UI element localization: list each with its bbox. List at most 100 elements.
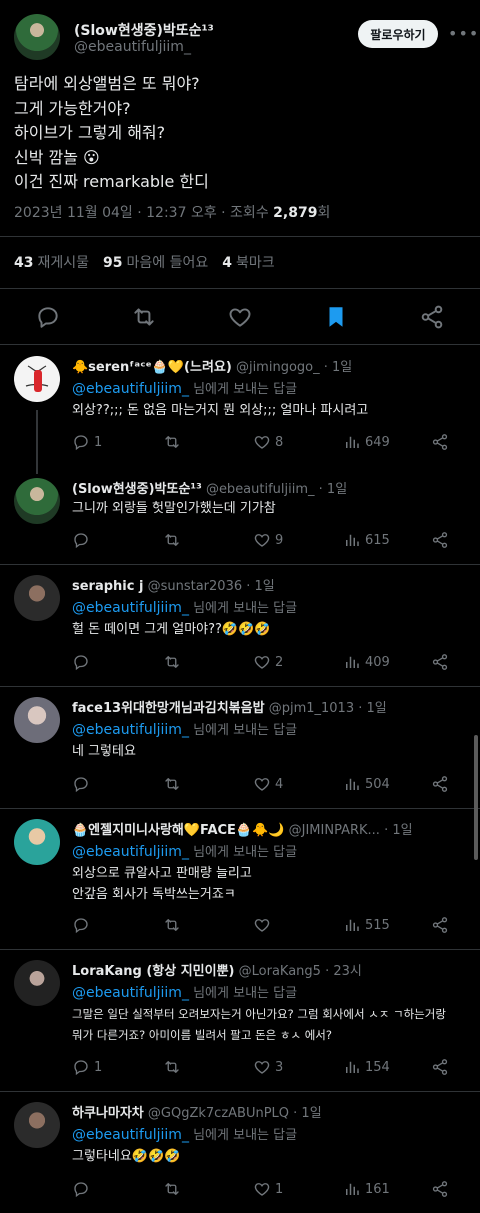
avatar[interactable] — [14, 478, 60, 524]
more-options-icon[interactable]: ••• — [448, 24, 479, 43]
avatar[interactable] — [14, 819, 60, 865]
mention-link[interactable]: @ebeautifuljiim_ — [72, 985, 189, 1001]
retweet-icon — [165, 534, 179, 546]
views-action[interactable]: 161 — [343, 1180, 390, 1198]
retweets-stat[interactable]: 43 재게시물 — [14, 252, 89, 272]
reply-author-name[interactable]: face13위대한망개님과김치볶음밥 — [72, 701, 265, 716]
retweet-action[interactable] — [163, 775, 185, 793]
reply-time[interactable]: · 1일 — [319, 482, 348, 497]
mention-link[interactable]: @ebeautifuljiim_ — [72, 844, 189, 860]
reply-time[interactable]: · 1일 — [293, 1106, 322, 1121]
reply-action[interactable] — [72, 1180, 94, 1198]
views-action[interactable]: 504 — [343, 775, 390, 793]
share-action[interactable] — [431, 1180, 449, 1198]
share-icon[interactable] — [419, 304, 445, 330]
author-handle[interactable]: @ebeautifuljiim_ — [74, 39, 191, 55]
reply-author-name[interactable]: 🧁엔젤지미니사랑해💛FACE🧁🐥🌙 — [72, 823, 284, 838]
reply-time[interactable]: · 1일 — [324, 360, 353, 375]
reply-author-name[interactable]: LoraKang (항상 지민이뿐) — [72, 964, 235, 979]
like-action[interactable]: 9 — [253, 531, 283, 549]
reply-time[interactable]: · 1일 — [384, 823, 413, 838]
reply-author-handle[interactable]: @GQgZk7czABUnPLQ — [148, 1106, 289, 1121]
like-action[interactable]: 4 — [253, 775, 283, 793]
reply-action[interactable]: 1 — [72, 433, 102, 451]
retweet-action[interactable] — [163, 433, 185, 451]
reply-action[interactable] — [72, 531, 94, 549]
retweet-icon[interactable] — [131, 304, 157, 330]
reply-author-name[interactable]: (Slow현생중)박또순¹³ — [72, 482, 202, 497]
reply-time[interactable]: · 1일 — [246, 579, 275, 594]
retweet-action[interactable] — [163, 1180, 185, 1198]
bookmarks-stat[interactable]: 4 북마크 — [222, 252, 274, 272]
views-action[interactable]: 615 — [343, 531, 390, 549]
mention-link[interactable]: @ebeautifuljiim_ — [72, 722, 189, 738]
reply-action[interactable] — [72, 653, 94, 671]
reply-author-name[interactable]: 하쿠나마자차 — [72, 1106, 144, 1121]
share-action[interactable] — [431, 1058, 449, 1076]
avatar[interactable] — [14, 960, 60, 1006]
replying-suffix: 님에게 보내는 답글 — [193, 723, 298, 738]
reply-author-handle[interactable]: @LoraKang5 — [239, 964, 321, 979]
share-action[interactable] — [431, 775, 449, 793]
views-icon — [346, 919, 359, 931]
views-action[interactable]: 649 — [343, 433, 390, 451]
views-action[interactable]: 154 — [343, 1058, 390, 1076]
retweet-action[interactable] — [163, 916, 185, 934]
reply-text: 그렇타네요🤣🤣🤣 — [72, 1146, 180, 1167]
retweet-icon — [165, 1183, 179, 1195]
mention-link[interactable]: @ebeautifuljiim_ — [72, 600, 189, 616]
share-action[interactable] — [431, 916, 449, 934]
mention-link[interactable]: @ebeautifuljiim_ — [72, 381, 189, 397]
reply-time[interactable]: · 23시 — [325, 964, 362, 979]
reply-action[interactable]: 1 — [72, 1058, 102, 1076]
reply-icon[interactable] — [35, 304, 61, 330]
share-action[interactable] — [431, 433, 449, 451]
reply-author-handle[interactable]: @sunstar2036 — [148, 579, 243, 594]
share-action[interactable] — [431, 653, 449, 671]
tweet-timestamp[interactable]: 2023년 11월 04일 · 12:37 오후 · 조회수 — [14, 205, 273, 221]
reply-tweet[interactable]: 🐥serenᶠᵃᶜᵉ🧁💛(느려요) @jimingogo_ · 1일 @ebea… — [0, 346, 480, 468]
avatar[interactable] — [14, 575, 60, 621]
bookmark-icon[interactable] — [323, 304, 349, 330]
main-action-bar — [0, 296, 480, 338]
likes-stat[interactable]: 95 마음에 들어요 — [103, 252, 208, 272]
reply-author-handle[interactable]: @pjm1_1013 — [269, 701, 354, 716]
author-name[interactable]: (Slow현생중)박또순¹³ — [74, 20, 214, 40]
replying-to: @ebeautifuljiim_ 님에게 보내는 답글 — [72, 841, 297, 860]
like-icon[interactable] — [227, 304, 253, 330]
like-action[interactable]: 1 — [253, 1180, 283, 1198]
avatar[interactable] — [14, 356, 60, 402]
reply-tweet[interactable]: seraphic j @sunstar2036 · 1일 @ebeautiful… — [0, 565, 480, 686]
mention-link[interactable]: @ebeautifuljiim_ — [72, 1127, 189, 1143]
views-action[interactable]: 515 — [343, 916, 390, 934]
reply-author-name[interactable]: 🐥serenᶠᵃᶜᵉ🧁💛(느려요) — [72, 360, 232, 375]
reply-author-name[interactable]: seraphic j — [72, 579, 143, 594]
reply-tweet[interactable]: (Slow현생중)박또순¹³ @ebeautifuljiim_ · 1일 그니까… — [0, 468, 480, 564]
avatar[interactable] — [14, 14, 60, 60]
retweet-action[interactable] — [163, 1058, 185, 1076]
like-action[interactable]: 2 — [253, 653, 283, 671]
reply-author-handle[interactable]: @jimingogo_ — [236, 360, 320, 375]
scrollbar[interactable] — [474, 735, 478, 860]
views-action[interactable]: 409 — [343, 653, 390, 671]
reply-action[interactable] — [72, 916, 94, 934]
retweet-action[interactable] — [163, 531, 185, 549]
views-icon — [346, 1061, 359, 1073]
reply-time[interactable]: · 1일 — [358, 701, 387, 716]
reply-tweet[interactable]: LoraKang (항상 지민이뿐) @LoraKang5 · 23시 @ebe… — [0, 950, 480, 1091]
like-action[interactable]: 3 — [253, 1058, 283, 1076]
reply-tweet[interactable]: face13위대한망개님과김치볶음밥 @pjm1_1013 · 1일 @ebea… — [0, 687, 480, 808]
like-action[interactable] — [253, 916, 275, 934]
reply-tweet[interactable]: 🧁엔젤지미니사랑해💛FACE🧁🐥🌙 @JIMINPARK... · 1일 @eb… — [0, 809, 480, 949]
retweet-action[interactable] — [163, 653, 185, 671]
reply-author-handle[interactable]: @JIMINPARK... — [289, 823, 380, 838]
like-action[interactable]: 8 — [253, 433, 283, 451]
reply-tweet[interactable]: 하쿠나마자차 @GQgZk7czABUnPLQ · 1일 @ebeautiful… — [0, 1092, 480, 1213]
reply-author-handle[interactable]: @ebeautifuljiim_ — [206, 482, 315, 497]
tweet-line: 탐라에 외상앨범은 또 뭐야? — [14, 74, 200, 93]
avatar[interactable] — [14, 1102, 60, 1148]
follow-button[interactable]: 팔로우하기 — [358, 20, 438, 48]
avatar[interactable] — [14, 697, 60, 743]
reply-action[interactable] — [72, 775, 94, 793]
share-action[interactable] — [431, 531, 449, 549]
